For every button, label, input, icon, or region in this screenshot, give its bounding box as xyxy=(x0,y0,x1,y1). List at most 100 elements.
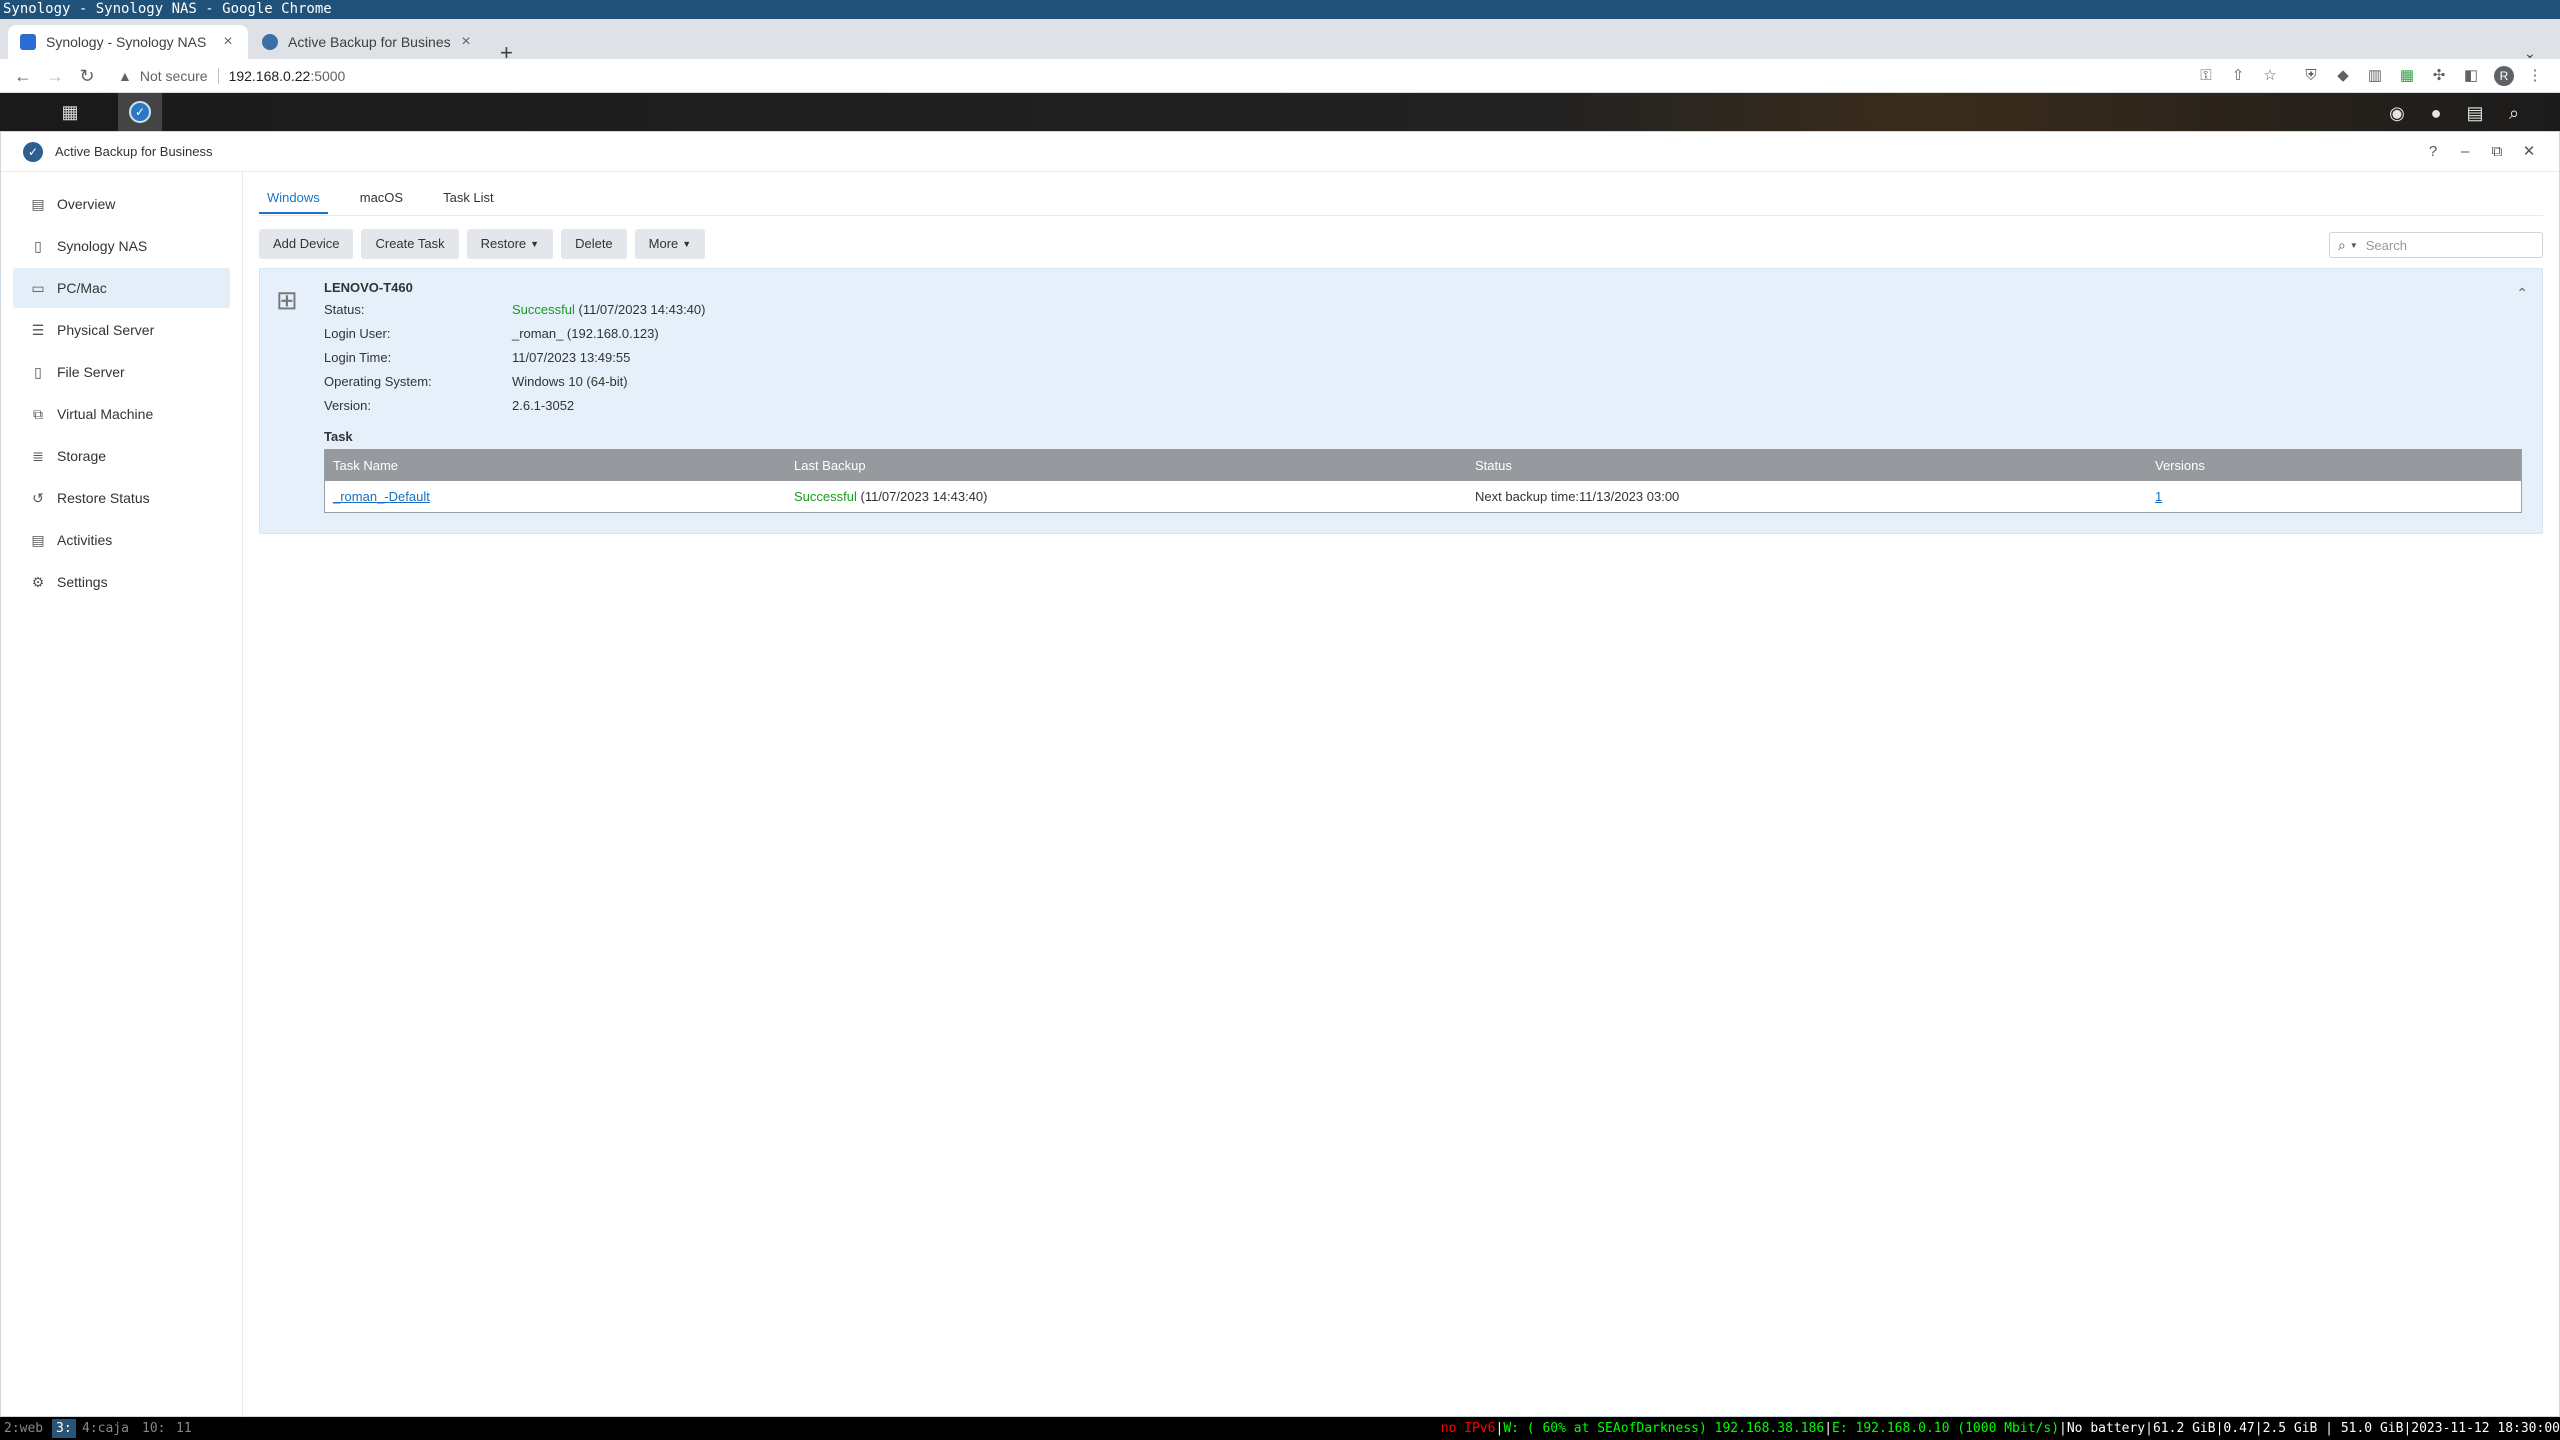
ipv6-status: no IPv6 xyxy=(1440,1421,1496,1436)
sidebar-item-label: File Server xyxy=(57,364,125,380)
sidebar: ▤ Overview ▯ Synology NAS ▭ PC/Mac ☰ Physica… xyxy=(1,172,243,1417)
tabs-divider xyxy=(259,215,2543,216)
reload-icon[interactable]: ↻ xyxy=(74,63,100,89)
add-device-button[interactable]: Add Device xyxy=(259,229,354,259)
sidebar-item-settings[interactable]: ⚙ Settings xyxy=(13,562,230,602)
workspace-3[interactable]: 3: xyxy=(52,1419,76,1438)
workspace-11[interactable]: 11 xyxy=(172,1419,196,1438)
notification-chat-icon[interactable]: ◉ xyxy=(2386,102,2408,124)
widgets-icon[interactable]: ▤ xyxy=(2464,102,2486,124)
column-header-status[interactable]: Status xyxy=(1467,458,2147,473)
file-server-icon: ▯ xyxy=(34,364,42,380)
caret-down-icon[interactable]: ▼ xyxy=(2350,241,2358,250)
warning-icon[interactable]: ▲ xyxy=(118,68,132,84)
tab-macos[interactable]: macOS xyxy=(352,184,411,214)
close-icon[interactable]: × xyxy=(220,33,236,51)
url-host[interactable]: 192.168.0.22 xyxy=(229,68,311,84)
column-header-task-name[interactable]: Task Name xyxy=(325,458,786,473)
grid-extension-icon[interactable]: ▦ xyxy=(2398,67,2416,85)
sidebar-item-virtual-machine[interactable]: ⧉ Virtual Machine xyxy=(13,394,230,434)
tab-windows[interactable]: Windows xyxy=(259,184,328,214)
search-field[interactable]: ⌕ ▼ xyxy=(2329,232,2543,258)
taskbar-active-backup-app[interactable]: ✓ xyxy=(118,93,162,131)
profile-avatar[interactable]: R xyxy=(2494,66,2514,86)
separator: | xyxy=(2145,1421,2153,1436)
back-icon[interactable]: ← xyxy=(10,63,36,89)
os-label: Operating System: xyxy=(324,374,432,389)
task-table: Task Name Last Backup Status Versions _r… xyxy=(324,449,2522,513)
sidebar-item-file-server[interactable]: ▯ File Server xyxy=(13,352,230,392)
restore-window-icon[interactable]: ⧉ xyxy=(2487,142,2507,162)
omnibox-divider xyxy=(217,68,219,84)
device-card[interactable]: ⊞ ⌃ LENOVO-T460 Status: Successful (11/0… xyxy=(259,268,2543,534)
create-task-button[interactable]: Create Task xyxy=(361,229,459,259)
extension-icon[interactable]: ◆ xyxy=(2334,67,2352,85)
sidebar-item-label: Restore Status xyxy=(57,490,150,506)
sidebar-item-restore-status[interactable]: ↺ Restore Status xyxy=(13,478,230,518)
device-name: LENOVO-T460 xyxy=(324,280,413,295)
search-input[interactable] xyxy=(2365,237,2526,253)
user-icon[interactable]: ● xyxy=(2425,102,2447,124)
sidebar-item-label: Physical Server xyxy=(57,322,155,338)
sidebar-item-overview[interactable]: ▤ Overview xyxy=(13,184,230,224)
sidebar-item-label: Settings xyxy=(57,574,108,590)
share-icon[interactable]: ⇧ xyxy=(2229,67,2247,85)
versions-link[interactable]: 1 xyxy=(2155,489,2162,504)
browser-tab-active-backup[interactable]: Active Backup for Business | × xyxy=(250,25,486,59)
activities-icon: ▤ xyxy=(31,532,45,548)
bookmark-star-icon[interactable]: ☆ xyxy=(2261,67,2279,85)
system-status-bar: 2:web 3: 4:caja 10: 11 no IPv6|W: ( 60% … xyxy=(0,1417,2560,1440)
minimize-icon[interactable]: – xyxy=(2455,142,2475,162)
workspace-2-web[interactable]: 2:web xyxy=(0,1419,47,1438)
more-dropdown-button[interactable]: More ▼ xyxy=(634,229,706,259)
status-success: Successful xyxy=(512,302,575,317)
gear-icon: ⚙ xyxy=(31,574,45,590)
help-icon[interactable]: ? xyxy=(2423,142,2443,162)
status-info: no IPv6|W: ( 60% at SEAofDarkness) 192.1… xyxy=(1441,1417,2560,1440)
forward-icon[interactable]: → xyxy=(42,63,68,89)
side-panel-icon[interactable]: ◧ xyxy=(2462,67,2480,85)
shield-extension-icon[interactable]: ⛨ xyxy=(2302,67,2320,85)
not-secure-label[interactable]: Not secure xyxy=(140,68,208,84)
sidebar-item-synology-nas[interactable]: ▯ Synology NAS xyxy=(13,226,230,266)
sidebar-item-physical-server[interactable]: ☰ Physical Server xyxy=(13,310,230,350)
close-icon[interactable]: ✕ xyxy=(2519,142,2539,162)
kebab-menu-icon[interactable]: ⋮ xyxy=(2526,67,2544,85)
action-toolbar: Add Device Create Task Restore ▼ Delete M… xyxy=(259,229,713,259)
column-header-versions[interactable]: Versions xyxy=(2147,458,2521,473)
puzzle-icon[interactable]: ✣ xyxy=(2430,67,2448,85)
tab-title: Active Backup for Business | xyxy=(288,34,450,50)
delete-label: Delete xyxy=(575,236,613,251)
sidebar-item-activities[interactable]: ▤ Activities xyxy=(13,520,230,560)
restore-dropdown-button[interactable]: Restore ▼ xyxy=(466,229,554,259)
workspace-4-caja[interactable]: 4:caja xyxy=(78,1419,133,1438)
sidebar-item-storage[interactable]: ≣ Storage xyxy=(13,436,230,476)
table-row[interactable]: _roman_-Default Successful (11/07/2023 1… xyxy=(325,481,2521,512)
search-icon[interactable]: ⌕ xyxy=(2338,237,2346,254)
windows-icon: ⊞ xyxy=(276,285,298,315)
more-label: More xyxy=(648,236,679,251)
sidebar-item-pc-mac[interactable]: ▭ PC/Mac xyxy=(13,268,230,308)
close-icon[interactable]: × xyxy=(458,33,474,51)
active-backup-logo-icon: ✓ xyxy=(23,141,43,162)
browser-tab-synology[interactable]: Synology - Synology NAS × xyxy=(8,25,248,59)
version-value: 2.6.1-3052 xyxy=(512,398,575,413)
last-backup-cell: Successful (11/07/2023 14:43:40) xyxy=(786,489,1467,504)
task-name-link[interactable]: _roman_-Default xyxy=(333,489,430,504)
address-bar[interactable]: ▲ Not secure 192.168.0.22:5000 xyxy=(110,62,2280,90)
disk-status: 61.2 GiB xyxy=(2152,1421,2216,1436)
column-header-last-backup[interactable]: Last Backup xyxy=(786,458,1467,473)
active-backup-favicon-icon xyxy=(262,34,278,50)
url-port[interactable]: :5000 xyxy=(310,68,345,84)
main-menu-grid-icon[interactable]: ▦ xyxy=(52,93,88,131)
collapse-chevron-icon[interactable]: ⌃ xyxy=(2516,285,2528,302)
workspace-10[interactable]: 10: xyxy=(138,1419,169,1438)
delete-button[interactable]: Delete xyxy=(561,229,627,259)
status-label: Status: xyxy=(324,302,365,317)
server-icon: ☰ xyxy=(31,322,45,338)
search-icon[interactable]: ⌕ xyxy=(2503,102,2525,124)
trash-extension-icon[interactable]: ▥ xyxy=(2366,67,2384,85)
storage-icon: ≣ xyxy=(32,448,44,464)
key-icon[interactable]: ⚿ xyxy=(2197,67,2215,85)
tab-task-list[interactable]: Task List xyxy=(435,184,502,214)
